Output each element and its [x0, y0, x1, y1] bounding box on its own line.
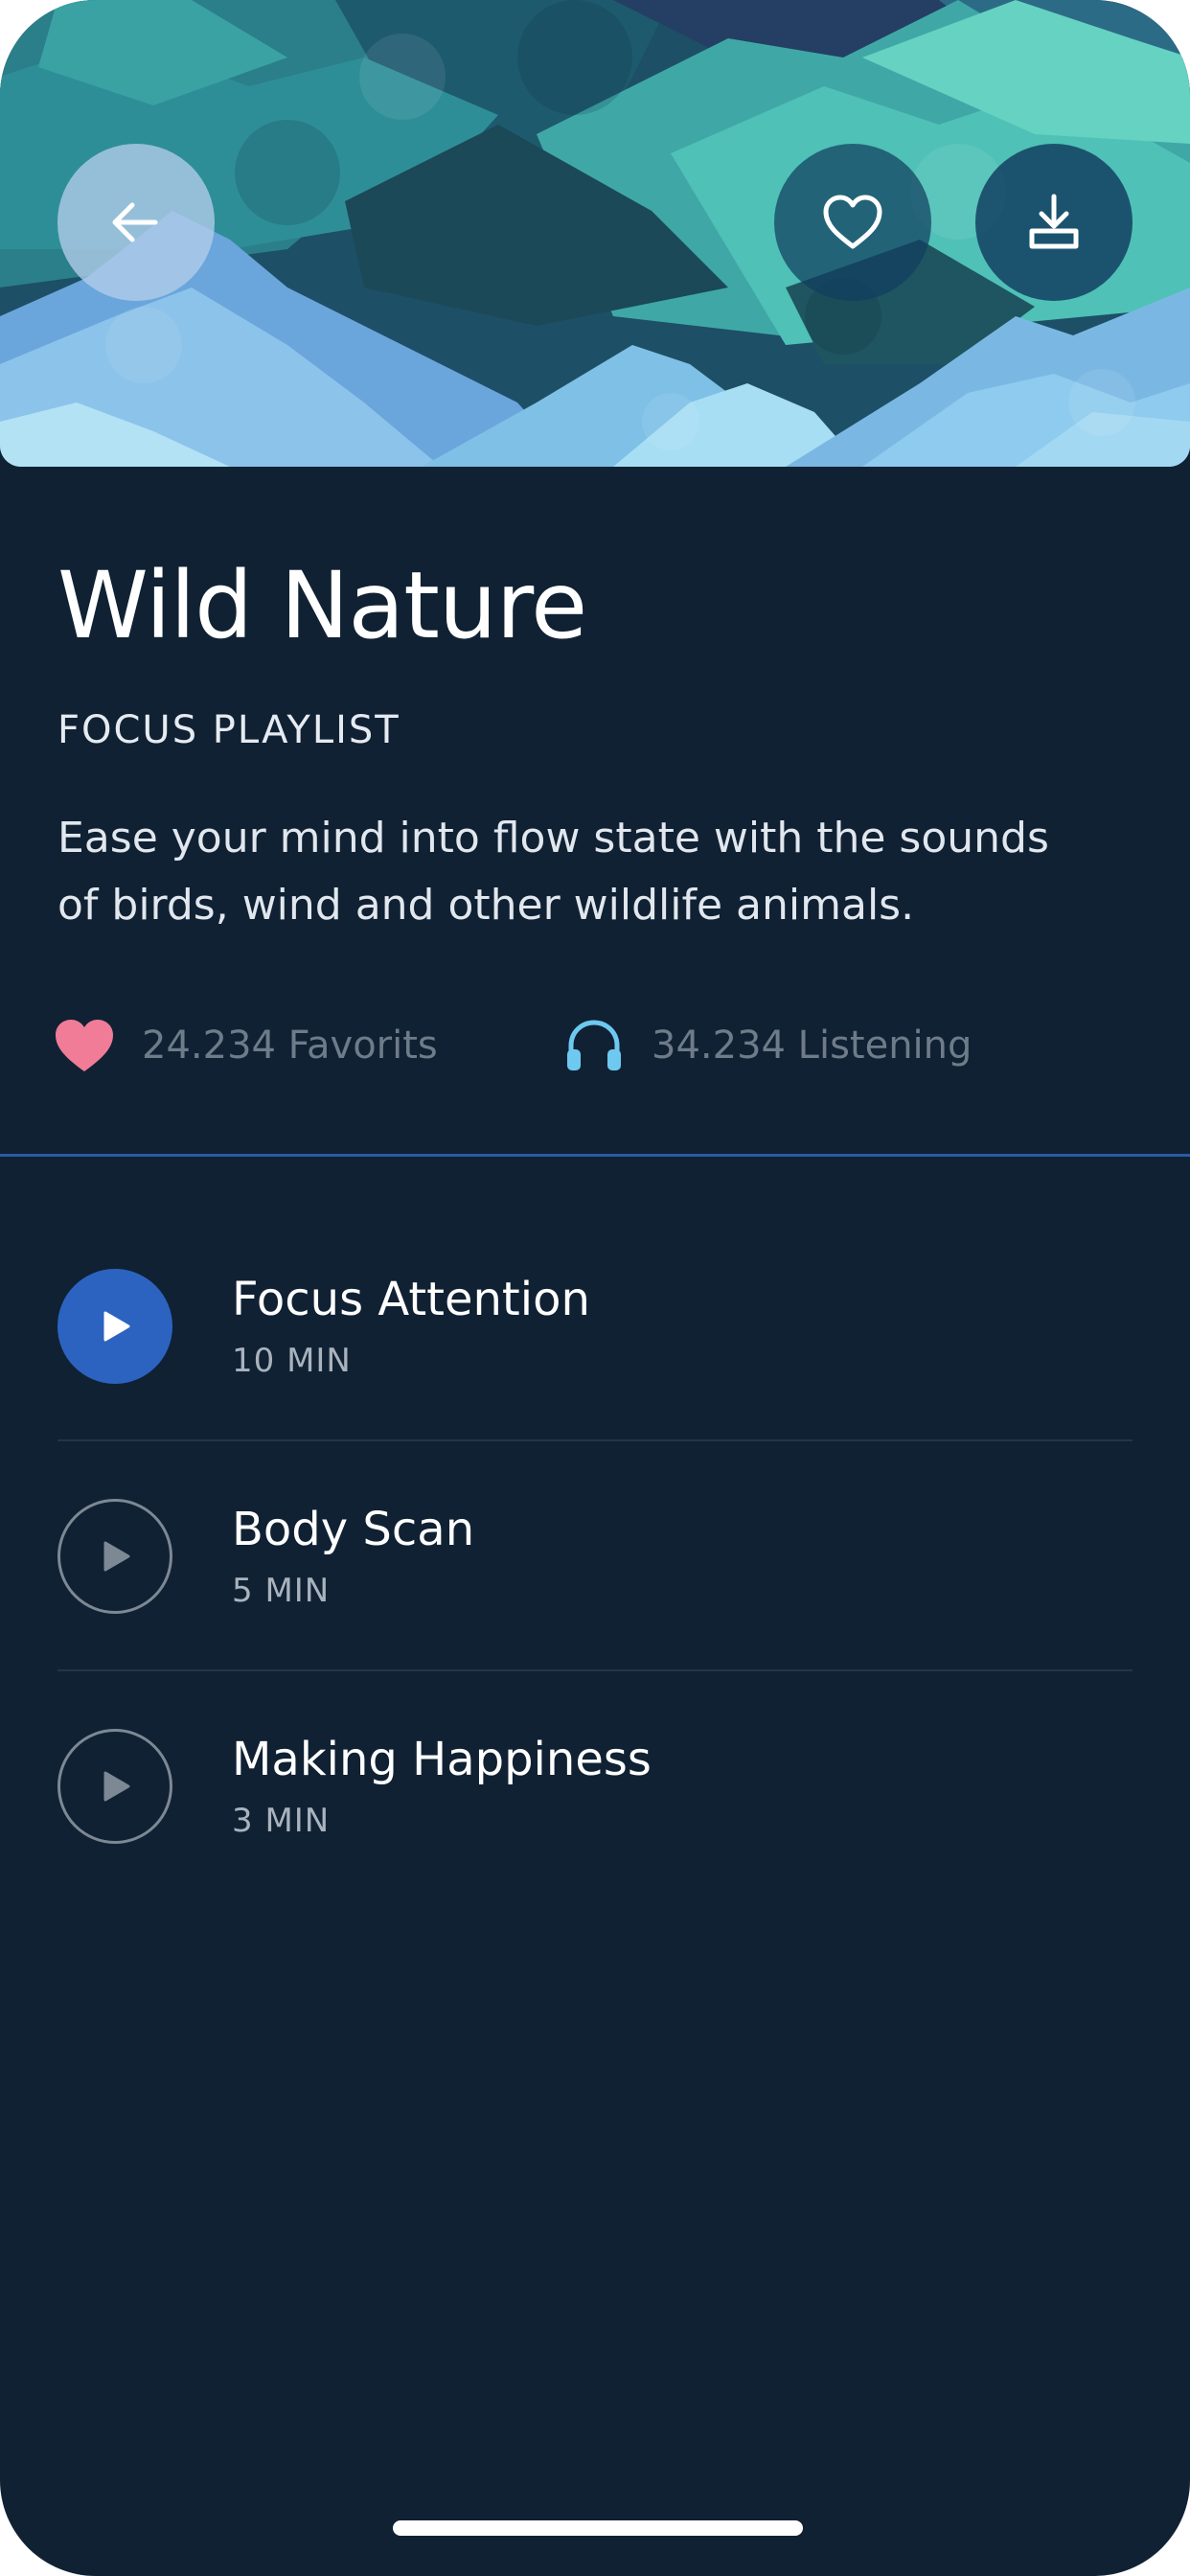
- track-title: Focus Attention: [232, 1273, 590, 1326]
- play-icon: [103, 1771, 130, 1802]
- play-icon: [103, 1541, 130, 1572]
- headphones-icon: [563, 1019, 625, 1072]
- heart-icon: [54, 1018, 115, 1073]
- track-list: Focus Attention 10 MIN Body Scan 5 MIN M…: [57, 1211, 1133, 1901]
- download-button[interactable]: [975, 144, 1133, 301]
- play-button[interactable]: [57, 1269, 172, 1384]
- favorites-count: 24.234 Favorits: [142, 1024, 438, 1068]
- screen: Wild Nature FOCUS PLAYLIST Ease your min…: [0, 0, 1190, 2576]
- track-duration: 5 MIN: [232, 1572, 331, 1610]
- download-icon: [1029, 194, 1079, 249]
- hero-image: [0, 0, 1190, 467]
- play-icon: [103, 1311, 130, 1342]
- playlist-category: FOCUS PLAYLIST: [57, 708, 400, 752]
- listening-count: 34.234 Listening: [652, 1024, 973, 1068]
- home-indicator[interactable]: [393, 2520, 803, 2536]
- track-title: Making Happiness: [232, 1733, 652, 1786]
- section-divider: [0, 1154, 1190, 1157]
- play-button[interactable]: [57, 1499, 172, 1614]
- track-item[interactable]: Making Happiness 3 MIN: [57, 1671, 1133, 1901]
- track-title: Body Scan: [232, 1503, 475, 1556]
- playlist-title: Wild Nature: [57, 552, 587, 659]
- track-item[interactable]: Focus Attention 10 MIN: [57, 1211, 1133, 1441]
- favorite-button[interactable]: [774, 144, 931, 301]
- heart-outline-icon: [823, 195, 882, 249]
- track-duration: 10 MIN: [232, 1342, 352, 1380]
- arrow-left-icon: [112, 202, 158, 242]
- back-button[interactable]: [57, 144, 215, 301]
- play-button[interactable]: [57, 1729, 172, 1844]
- listening-stat: 34.234 Listening: [563, 1014, 972, 1077]
- playlist-description: Ease your mind into flow state with the …: [57, 814, 1049, 930]
- favorites-stat: 24.234 Favorits: [54, 1014, 438, 1077]
- track-duration: 3 MIN: [232, 1802, 331, 1840]
- track-item[interactable]: Body Scan 5 MIN: [57, 1441, 1133, 1671]
